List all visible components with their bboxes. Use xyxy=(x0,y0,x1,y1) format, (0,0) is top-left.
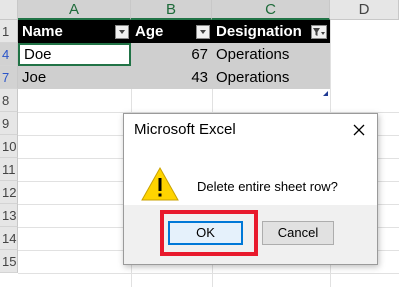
table-cell[interactable]: 43 xyxy=(131,66,212,89)
row-header-8[interactable]: 8 xyxy=(0,89,18,112)
gridline xyxy=(18,273,399,274)
warning-icon xyxy=(140,166,180,202)
header-label: Age xyxy=(135,23,164,40)
header-label: Name xyxy=(22,23,63,40)
dialog-message: Delete entire sheet row? xyxy=(197,179,338,194)
filter-dropdown-icon[interactable] xyxy=(115,25,129,39)
column-header-d[interactable]: D xyxy=(330,0,399,20)
select-all-corner[interactable] xyxy=(0,0,18,20)
header-label: Designation xyxy=(216,23,302,40)
close-icon[interactable] xyxy=(347,118,371,142)
column-header-c[interactable]: C xyxy=(212,0,330,20)
table-cell[interactable]: Joe xyxy=(18,66,131,89)
column-header-a[interactable]: A xyxy=(18,0,131,20)
highlight-box xyxy=(160,210,258,256)
table-cell[interactable]: Operations xyxy=(212,66,330,89)
cancel-button[interactable]: Cancel xyxy=(262,221,334,245)
active-cell[interactable]: Doe xyxy=(18,43,131,66)
row-header-4[interactable]: 4 xyxy=(0,43,18,66)
filter-dropdown-icon[interactable] xyxy=(196,25,210,39)
row-header-7[interactable]: 7 xyxy=(0,66,18,89)
dialog-titlebar: Microsoft Excel xyxy=(124,114,377,147)
row-header-9[interactable]: 9 xyxy=(0,112,18,135)
row-header-13[interactable]: 13 xyxy=(0,204,18,227)
row-header-11[interactable]: 11 xyxy=(0,158,18,181)
row-header-15[interactable]: 15 xyxy=(0,250,18,273)
table-cell[interactable]: 67 xyxy=(131,43,212,66)
row-header-1[interactable]: 1 xyxy=(0,20,18,43)
filter-active-icon[interactable] xyxy=(311,25,327,39)
table-resize-handle[interactable] xyxy=(323,83,328,96)
cell-value: Doe xyxy=(24,46,52,63)
row-header-14[interactable]: 14 xyxy=(0,227,18,250)
row-header-12[interactable]: 12 xyxy=(0,181,18,204)
table-cell[interactable]: Operations xyxy=(212,43,330,66)
dialog-title: Microsoft Excel xyxy=(134,121,236,138)
row-header-10[interactable]: 10 xyxy=(0,135,18,158)
column-header-b[interactable]: B xyxy=(131,0,212,20)
